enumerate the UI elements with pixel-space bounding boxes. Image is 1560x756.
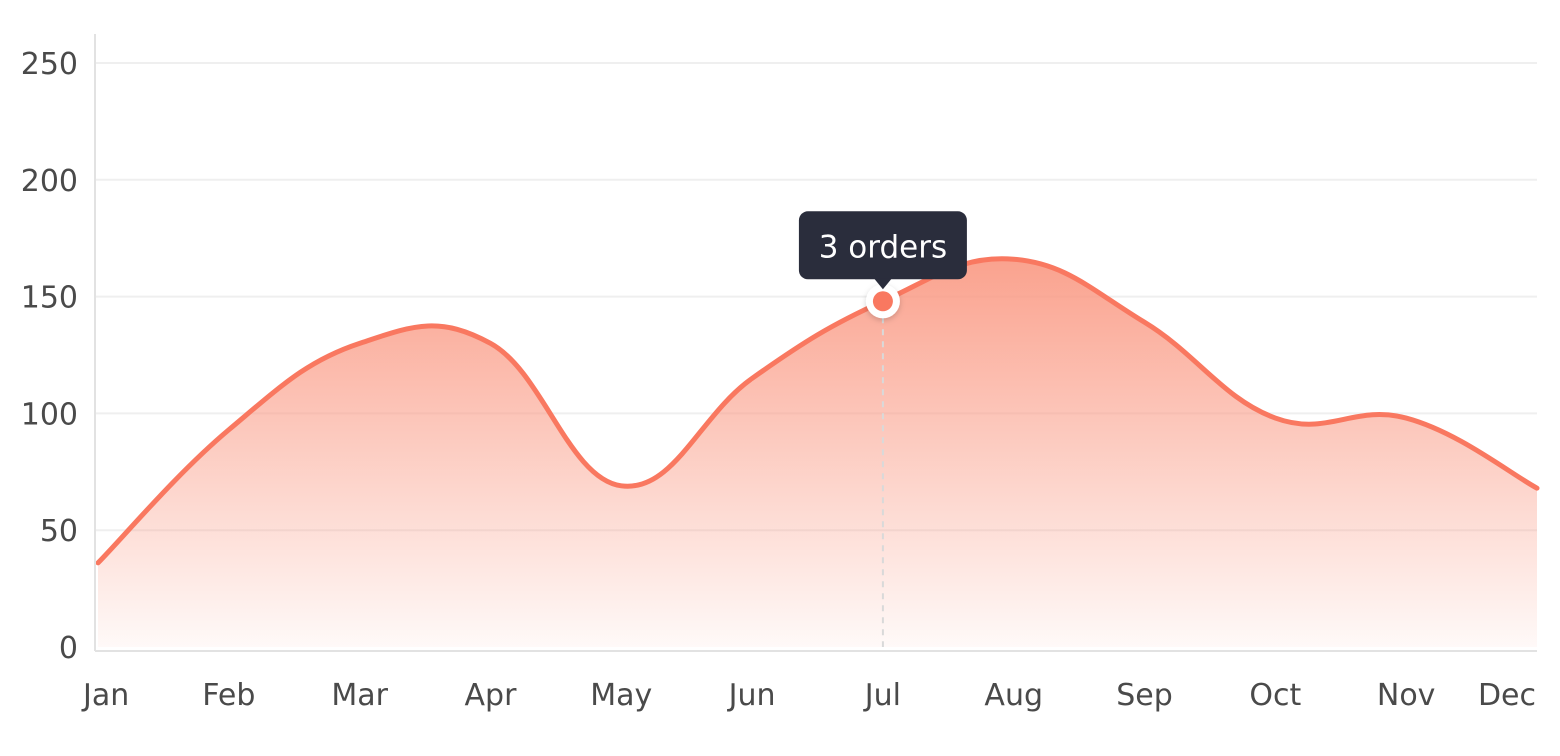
x-tick-label: Mar — [331, 678, 388, 713]
y-tick-label: 50 — [40, 514, 78, 549]
y-tick-label: 250 — [21, 47, 78, 82]
x-tick-label: Feb — [202, 678, 255, 713]
x-tick-label: Oct — [1249, 678, 1301, 713]
x-tick-label: Dec — [1478, 678, 1536, 713]
chart-container: 0 50 100 150 200 250 Jan Feb Mar Apr May Jun Jul Aug S… — [0, 0, 1560, 756]
area-chart: 0 50 100 150 200 250 Jan Feb Mar Apr May Jun Jul Aug S… — [21, 34, 1540, 713]
hover-point[interactable] — [872, 291, 893, 312]
x-tick-label: Jul — [863, 678, 901, 713]
x-tick-label: Aug — [984, 678, 1043, 713]
x-tick-label: Nov — [1377, 678, 1436, 713]
x-tick-label: May — [590, 678, 652, 713]
y-tick-label: 150 — [21, 281, 78, 316]
area-series — [95, 256, 1540, 647]
y-tick-label: 0 — [59, 631, 78, 666]
tooltip-text: 3 orders — [819, 229, 947, 265]
x-tick-label: Sep — [1116, 678, 1173, 713]
x-tick-label: Apr — [465, 678, 518, 713]
series-area-fill — [98, 258, 1537, 647]
x-tick-label: Jun — [727, 678, 776, 713]
x-tick-label: Jan — [81, 678, 129, 713]
y-tick-label: 200 — [21, 164, 78, 199]
y-tick-label: 100 — [21, 397, 78, 432]
